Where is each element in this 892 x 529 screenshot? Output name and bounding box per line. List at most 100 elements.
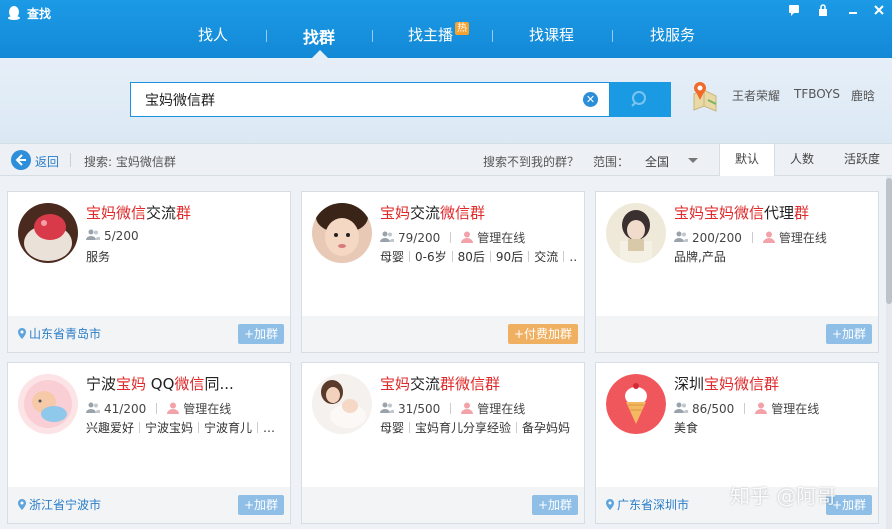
group-tag: 美食 bbox=[674, 421, 699, 435]
group-avatar[interactable] bbox=[18, 374, 78, 434]
group-title-part: 宝妈 bbox=[380, 375, 411, 393]
admin-icon bbox=[755, 402, 768, 414]
group-tag: 品牌,产品 bbox=[674, 250, 726, 264]
tab-find-group[interactable]: 找群 bbox=[303, 24, 335, 48]
search-input[interactable] bbox=[131, 83, 571, 116]
join-group-button[interactable]: +加群 bbox=[237, 495, 284, 515]
group-tag: 备孕妈妈 bbox=[522, 421, 571, 435]
divider bbox=[257, 422, 259, 433]
group-title[interactable]: 宝妈微信交流群 bbox=[86, 202, 286, 223]
not-found-link[interactable]: 搜索不到我的群？ bbox=[483, 153, 579, 170]
group-title-part: 群 bbox=[794, 204, 810, 222]
divider bbox=[516, 422, 518, 433]
group-title-part: 微信群 bbox=[440, 204, 486, 222]
group-tags: 母婴0-6岁80后90后交流… bbox=[380, 248, 578, 265]
group-meta: 79/200 管理在线 bbox=[380, 229, 525, 246]
group-title-part: 交流 bbox=[146, 204, 177, 222]
sort-tab-default[interactable]: 默认 bbox=[719, 144, 775, 177]
member-count: 200/200 bbox=[692, 231, 742, 245]
group-title-part: 宝妈微信群 bbox=[704, 375, 780, 393]
divider bbox=[744, 403, 746, 414]
sort-tab-activity[interactable]: 活跃度 bbox=[832, 144, 892, 176]
group-tag: 宁波宝妈 bbox=[145, 421, 194, 435]
tab-find-course[interactable]: 找课程 bbox=[529, 24, 574, 45]
sort-tab-members[interactable]: 人数 bbox=[775, 144, 829, 176]
group-location-label: 山东省青岛市 bbox=[29, 327, 102, 341]
group-title-part: 群 bbox=[176, 204, 192, 222]
tab-find-streamer-label: 找主播 bbox=[408, 26, 454, 44]
group-location-label: 浙江省宁波市 bbox=[29, 498, 102, 512]
group-card[interactable]: 宝妈交流群微信群 31/500 管理在线 母婴 宝妈育儿分享经验 备孕妈妈 +加群 bbox=[301, 362, 585, 524]
tab-divider bbox=[492, 30, 493, 42]
group-title[interactable]: 宝妈交流微信群 bbox=[380, 202, 580, 223]
member-count: 41/200 bbox=[104, 402, 147, 416]
group-title-part: 同... bbox=[204, 375, 234, 393]
join-group-button[interactable]: +加群 bbox=[825, 324, 872, 344]
group-tags: 服务 bbox=[86, 248, 284, 265]
group-card[interactable]: 宝妈交流微信群 79/200管理在线母婴0-6岁80后90后交流… +付费加群 bbox=[301, 191, 585, 353]
group-location[interactable]: 山东省青岛市 bbox=[18, 325, 101, 342]
group-title[interactable]: 宝妈宝妈微信代理群 bbox=[674, 202, 874, 223]
group-location[interactable]: 浙江省宁波市 bbox=[18, 496, 101, 513]
hot-word[interactable]: TFBOYS bbox=[794, 87, 840, 101]
group-avatar[interactable] bbox=[18, 203, 78, 263]
range-select[interactable]: 全国 bbox=[640, 148, 702, 172]
group-avatar[interactable] bbox=[606, 374, 666, 434]
search-query-info: 搜索: 宝妈微信群 bbox=[84, 155, 176, 169]
group-tag: 母婴 bbox=[380, 421, 405, 435]
member-count: 5/200 bbox=[104, 229, 139, 243]
location-pin-icon bbox=[18, 499, 26, 510]
group-card[interactable]: 宝妈宝妈微信代理群 200/200 管理在线 品牌,产品 +加群 bbox=[595, 191, 879, 353]
divider bbox=[528, 251, 530, 262]
group-meta: 41/200 管理在线 bbox=[86, 400, 231, 417]
scrollbar[interactable] bbox=[886, 176, 892, 529]
admin-status: 管理在线 bbox=[477, 231, 526, 245]
group-meta: 31/500 管理在线 bbox=[380, 400, 525, 417]
group-avatar[interactable] bbox=[312, 374, 372, 434]
paid-join-button[interactable]: +付费加群 bbox=[507, 324, 578, 344]
people-icon bbox=[674, 231, 688, 242]
hot-word[interactable]: 王者荣耀 bbox=[732, 87, 780, 104]
admin-icon bbox=[461, 402, 474, 414]
join-group-button[interactable]: +加群 bbox=[237, 324, 284, 344]
group-meta: 200/200 管理在线 bbox=[674, 229, 827, 246]
group-title-part: 深圳 bbox=[674, 375, 705, 393]
group-tag: 宁波育儿 bbox=[204, 421, 253, 435]
divider bbox=[139, 422, 141, 433]
hot-word[interactable]: 鹿晗 bbox=[851, 87, 875, 104]
admin-icon bbox=[461, 231, 474, 243]
group-title-part: 交流 bbox=[410, 375, 441, 393]
search-button[interactable] bbox=[610, 82, 671, 117]
tab-find-service[interactable]: 找服务 bbox=[650, 24, 695, 45]
group-tag: 交流 bbox=[534, 250, 559, 264]
group-title-part: 群微信群 bbox=[440, 375, 501, 393]
scroll-thumb[interactable] bbox=[886, 178, 892, 304]
back-arrow-icon[interactable] bbox=[11, 150, 31, 170]
group-title[interactable]: 宁波宝妈 QQ微信同... bbox=[86, 373, 286, 394]
admin-icon bbox=[167, 402, 180, 414]
back-button[interactable]: 返回 bbox=[35, 153, 59, 170]
group-tag: 90后 bbox=[495, 250, 524, 264]
group-avatar[interactable] bbox=[312, 203, 372, 263]
group-tag: 宝妈育儿分享经验 bbox=[415, 421, 512, 435]
clear-icon[interactable]: ✕ bbox=[583, 92, 598, 107]
range-label: 范围： bbox=[593, 155, 630, 169]
watermark: 知乎 @阿哥 bbox=[730, 484, 837, 508]
group-location[interactable]: 广东省深圳市 bbox=[606, 496, 689, 513]
card-footer: +加群 bbox=[302, 487, 584, 523]
join-group-button[interactable]: +加群 bbox=[531, 495, 578, 515]
group-title-part: 交流 bbox=[410, 204, 441, 222]
map-location-icon[interactable] bbox=[690, 80, 718, 112]
group-card[interactable]: 宁波宝妈 QQ微信同... 41/200 管理在线 兴趣爱好 宁波宝妈 宁波育儿… 浙江省宁… bbox=[7, 362, 291, 524]
divider bbox=[451, 251, 453, 262]
group-card[interactable]: 宝妈微信交流群 5/200 服务山东省青岛市 +加群 bbox=[7, 191, 291, 353]
group-title[interactable]: 深圳宝妈微信群 bbox=[674, 373, 874, 394]
people-icon bbox=[380, 402, 394, 413]
tab-find-people[interactable]: 找人 bbox=[198, 24, 228, 45]
group-title-part: QQ bbox=[146, 375, 175, 393]
group-avatar[interactable] bbox=[606, 203, 666, 263]
divider bbox=[409, 251, 411, 262]
search-icon bbox=[631, 91, 646, 107]
tab-find-streamer[interactable]: 找主播热 bbox=[408, 22, 470, 45]
group-title[interactable]: 宝妈交流群微信群 bbox=[380, 373, 580, 394]
